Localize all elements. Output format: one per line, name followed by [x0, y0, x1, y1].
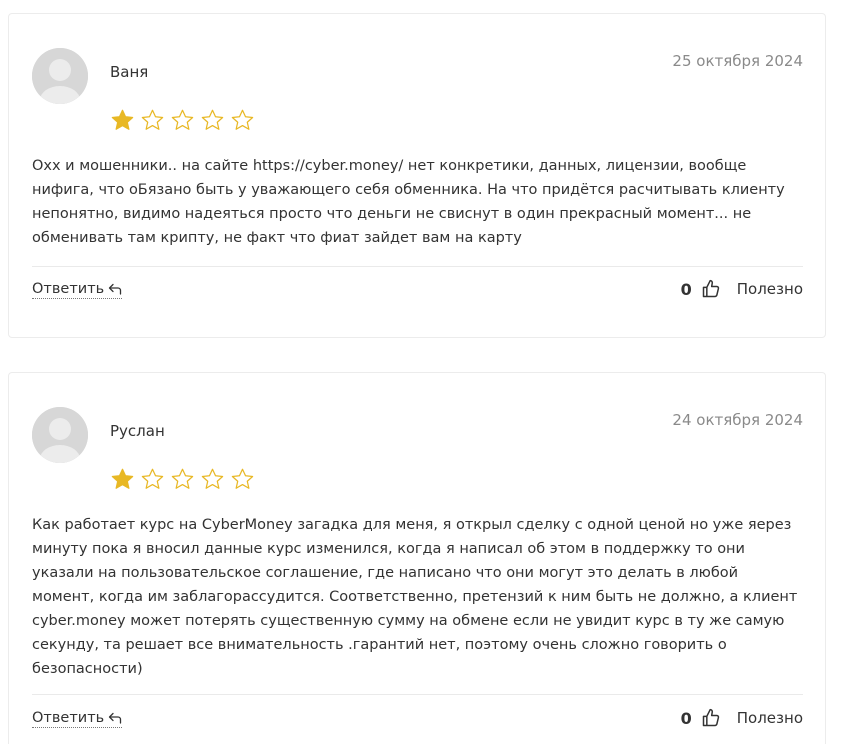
thumbs-up-icon: [702, 708, 719, 727]
reply-label: Ответить: [32, 281, 105, 297]
star-icon: [230, 108, 255, 133]
reply-arrow-icon: [109, 712, 122, 724]
user-silhouette-icon: [32, 407, 88, 463]
review-date: 24 октября 2024: [672, 411, 803, 429]
review-card: Руслан 24 октября 2024 Как работает курс…: [8, 372, 826, 744]
rating-stars: [110, 108, 255, 133]
vote-count: 0: [680, 279, 692, 299]
reviews-list: Ваня 25 октября 2024 Охх и мошенники.. н…: [0, 0, 842, 744]
useful-label: Полезно: [736, 709, 803, 727]
thumbs-up-icon: [702, 279, 719, 298]
star-icon: [170, 467, 195, 492]
useful-label: Полезно: [736, 280, 803, 298]
votes: 0 Полезно: [681, 708, 803, 728]
star-icon: [230, 467, 255, 492]
review-text: Охх и мошенники.. на сайте https://cyber…: [32, 158, 785, 246]
reply-label: Ответить: [32, 710, 105, 726]
review-author: Руслан: [110, 422, 165, 440]
star-icon-filled: [110, 108, 135, 133]
votes: 0 Полезно: [681, 279, 803, 299]
reply-arrow-icon: [109, 283, 122, 295]
star-icon: [200, 467, 225, 492]
review-card: Ваня 25 октября 2024 Охх и мошенники.. н…: [8, 13, 826, 338]
divider: [32, 694, 803, 695]
star-icon: [140, 467, 165, 492]
like-button[interactable]: [701, 708, 721, 728]
like-button[interactable]: [701, 279, 721, 299]
user-silhouette-icon: [32, 48, 88, 104]
star-icon: [200, 108, 225, 133]
divider: [32, 266, 803, 267]
star-icon: [140, 108, 165, 133]
vote-count: 0: [680, 708, 692, 728]
star-icon: [170, 108, 195, 133]
review-date: 25 октября 2024: [672, 52, 803, 70]
star-icon-filled: [110, 467, 135, 492]
rating-stars: [110, 467, 255, 492]
avatar: [32, 48, 88, 104]
review-author: Ваня: [110, 63, 149, 81]
reply-button[interactable]: Ответить: [32, 281, 123, 299]
reply-button[interactable]: Ответить: [32, 710, 123, 728]
review-text: Как работает курс на CyberMoney загадка …: [32, 517, 798, 677]
avatar: [32, 407, 88, 463]
